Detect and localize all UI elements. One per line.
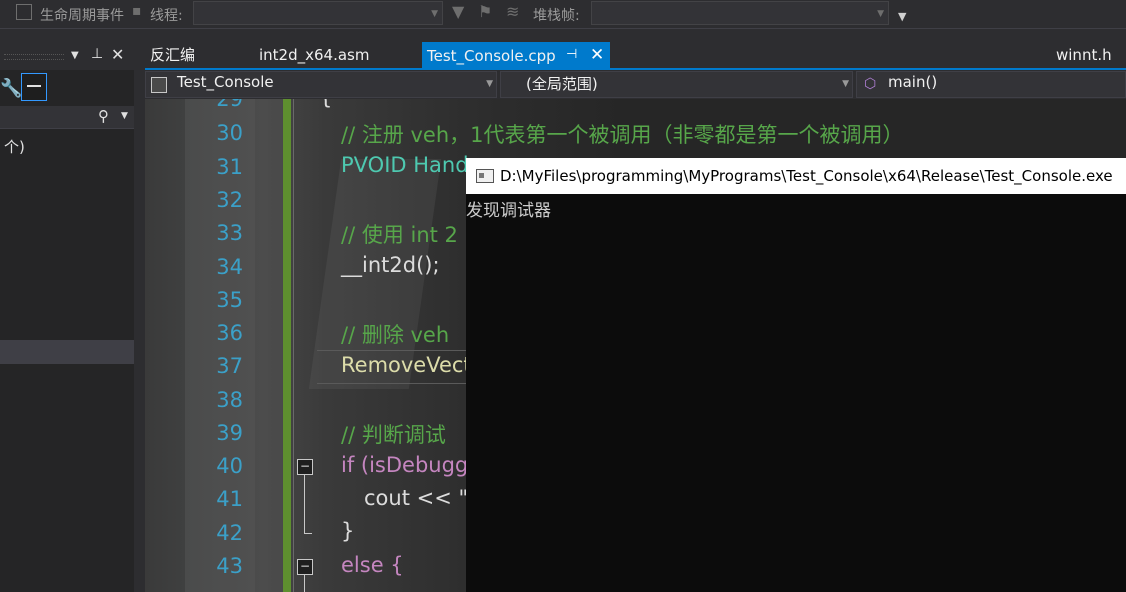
document-tab-strip: 反汇编 int2d_x64.asm Test_Console.cpp ⊣ ✕ w… — [0, 42, 1126, 70]
code-line: __int2d(); — [341, 253, 440, 277]
line-number: 37 — [216, 354, 243, 378]
line-number: 40 — [216, 454, 243, 478]
line-number: 38 — [216, 388, 243, 412]
line-number: 31 — [216, 155, 243, 179]
chevron-down-icon: ▼ — [431, 9, 438, 19]
filter-icon[interactable]: ▼ — [452, 2, 464, 21]
fold-guide — [304, 475, 305, 533]
panel-header: ▼ ⊥ ✕ — [0, 42, 134, 70]
stackframe-label: 堆栈帧: — [533, 8, 580, 24]
fold-guide — [304, 533, 312, 534]
panel-splitter[interactable] — [134, 42, 144, 592]
scope-combo[interactable]: (全局范围) ▼ — [500, 71, 853, 98]
stackframe-combo[interactable]: ▼ — [591, 1, 889, 25]
panel-grip — [4, 54, 64, 60]
wrench-icon[interactable]: 🔧 — [0, 78, 22, 99]
console-output-text: 发现调试器 — [466, 201, 551, 221]
collapse-icon[interactable]: − — [297, 559, 313, 575]
code-line: cout << " — [364, 486, 469, 510]
panel-search-input[interactable]: ⚲ ▼ — [0, 106, 134, 129]
line-number: 43 — [216, 554, 243, 578]
member-combo[interactable]: ⬡ main() — [856, 71, 1126, 98]
tab-test-console-cpp[interactable]: Test_Console.cpp — [427, 43, 556, 69]
lifecycle-icon — [16, 4, 32, 20]
project-name: Test_Console — [177, 73, 274, 91]
left-tool-panel: ▼ ⊥ ✕ 🔧 ⚲ ▼ 个) — [0, 42, 134, 592]
line-number: 36 — [216, 321, 243, 345]
code-line: // 使用 int 2 — [341, 223, 458, 247]
minus-icon — [27, 85, 41, 87]
navigation-bar: Test_Console ▼ (全局范围) ▼ ⬡ main() — [145, 70, 1126, 98]
search-icon[interactable]: ⚲ — [98, 107, 109, 125]
background-wallpaper-shape — [255, 99, 285, 592]
code-line: if (isDebugg — [341, 453, 469, 477]
close-icon[interactable]: ✕ — [590, 45, 604, 65]
chevron-down-icon: ▼ — [877, 9, 884, 19]
change-tracking-margin — [283, 99, 291, 592]
thread-flag-icon[interactable]: ≋ — [506, 2, 519, 21]
tab-int2d-asm[interactable]: int2d_x64.asm — [259, 42, 369, 68]
tab-winnt-h[interactable]: winnt.h — [1056, 42, 1112, 68]
tab-disassembly[interactable]: 反汇编 — [150, 42, 195, 68]
code-line: else { — [341, 553, 404, 577]
panel-list-item[interactable]: 个) — [4, 136, 25, 157]
chevron-down-icon: ▼ — [842, 79, 849, 89]
code-line: // 注册 veh，1代表第一个被调用（非零都是第一个被调用） — [341, 123, 904, 147]
toolbar-overflow-icon[interactable]: ▼ — [898, 10, 906, 23]
code-line: // 判断调试 — [341, 423, 446, 447]
member-name: main() — [888, 73, 938, 91]
line-number: 30 — [216, 121, 243, 145]
project-combo[interactable]: Test_Console ▼ — [145, 71, 497, 98]
line-number: 35 — [216, 288, 243, 312]
panel-selected-row[interactable] — [0, 340, 134, 364]
scope-name: (全局范围) — [526, 75, 598, 93]
separator: ▪ — [132, 3, 142, 19]
console-title-bar[interactable]: D:\MyFiles\programming\MyPrograms\Test_C… — [466, 158, 1126, 194]
code-line: // 删除 veh — [341, 323, 450, 347]
thread-label: 线程: — [150, 8, 183, 24]
lifecycle-events-label[interactable]: 生命周期事件 — [40, 5, 124, 25]
console-app-icon-glyph — [479, 173, 484, 178]
code-line: } — [341, 519, 355, 543]
chevron-down-icon: ▼ — [486, 79, 493, 89]
line-number: 39 — [216, 421, 243, 445]
chevron-down-icon[interactable]: ▼ — [121, 111, 128, 121]
code-line: { — [319, 99, 332, 109]
project-icon — [151, 77, 167, 93]
pin-icon[interactable]: ⊣ — [566, 47, 577, 62]
collapse-icon[interactable]: − — [297, 459, 313, 475]
code-line: RemoveVect — [341, 353, 472, 377]
filter-flag-icon[interactable]: ⚑ — [478, 2, 492, 21]
collapse-button[interactable] — [21, 73, 47, 101]
line-number: 29 — [216, 99, 243, 111]
code-line: PVOID Hand — [341, 153, 469, 177]
method-cube-icon: ⬡ — [864, 76, 877, 92]
thread-combo[interactable]: ▼ — [193, 1, 443, 25]
console-window[interactable]: D:\MyFiles\programming\MyPrograms\Test_C… — [466, 158, 1126, 592]
console-app-icon — [476, 169, 494, 183]
close-icon[interactable]: ✕ — [111, 45, 124, 64]
chevron-down-icon[interactable]: ▼ — [71, 50, 79, 61]
fold-guide — [304, 575, 305, 592]
line-number: 33 — [216, 221, 243, 245]
line-number: 41 — [216, 487, 243, 511]
line-number: 42 — [216, 521, 243, 545]
debug-toolbar: ⁞ 生命周期事件 ▪ 线程: ▼ ▼ ⚑ ≋ 堆栈帧: ▼ ▼ — [0, 0, 1126, 29]
console-title: D:\MyFiles\programming\MyPrograms\Test_C… — [500, 167, 1113, 185]
gutter-separator — [293, 99, 294, 592]
line-number: 32 — [216, 188, 243, 212]
pin-icon[interactable]: ⊥ — [91, 46, 103, 62]
line-number: 34 — [216, 255, 243, 279]
